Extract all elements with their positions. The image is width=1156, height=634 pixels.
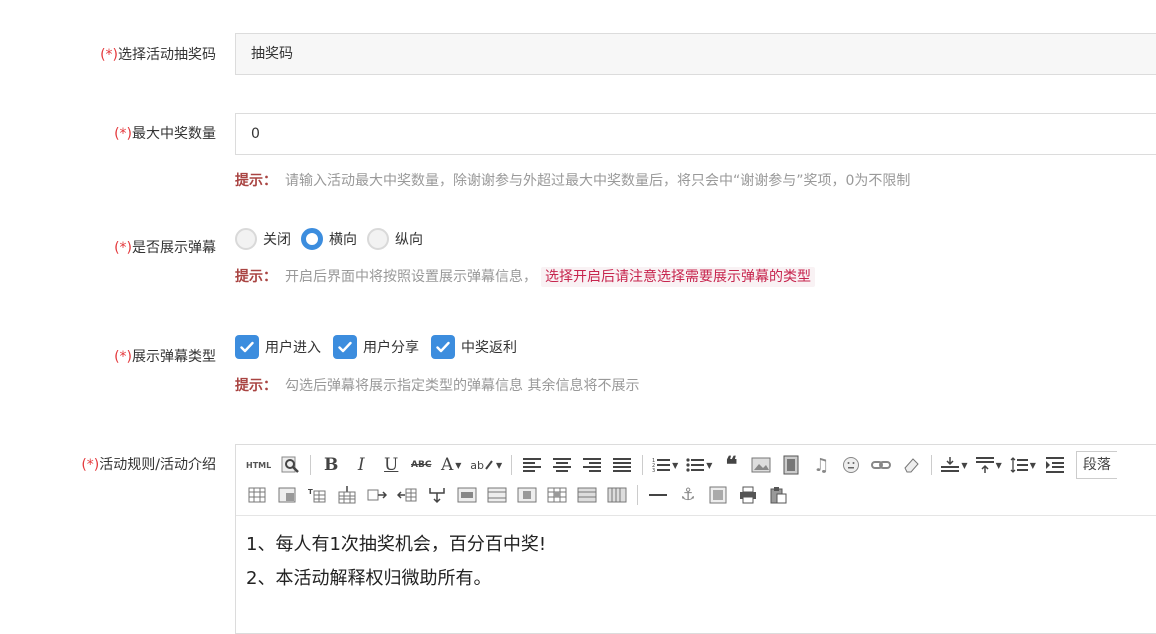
delete-table-icon[interactable] — [606, 484, 628, 506]
align-right-icon[interactable] — [581, 454, 603, 476]
line-height-icon[interactable]: ▼ — [1010, 454, 1036, 476]
html-source-button[interactable]: HTML — [246, 454, 271, 476]
merge-down-icon[interactable] — [516, 484, 538, 506]
radio-checked-icon — [301, 228, 323, 250]
radio-horizontal[interactable]: 横向 — [301, 228, 357, 250]
barrage-label: (*)是否展示弹幕 — [114, 240, 216, 256]
checkbox-user-enter[interactable]: 用户进入 — [235, 335, 321, 359]
editor-toolbar: HTML B I U ABC A▼ ab▼ 123▼ ▼ ❝ ♫ ▼ — [236, 445, 1156, 516]
unordered-list-icon[interactable]: ▼ — [686, 454, 712, 476]
italic-icon[interactable]: I — [350, 454, 372, 476]
checkbox-win-rebate[interactable]: 中奖返利 — [431, 335, 517, 359]
link-icon[interactable] — [870, 454, 892, 476]
split-cols-icon[interactable] — [576, 484, 598, 506]
insert-image-icon[interactable] — [750, 454, 772, 476]
paste-icon[interactable] — [767, 484, 789, 506]
underline-icon[interactable]: U — [380, 454, 402, 476]
code-select[interactable]: 抽奖码 — [235, 33, 1156, 75]
image-float-icon[interactable] — [707, 484, 729, 506]
insert-table-icon[interactable] — [246, 484, 268, 506]
table-props-icon[interactable] — [276, 484, 298, 506]
code-label: (*)选择活动抽奖码 — [100, 47, 216, 63]
check-icon — [235, 335, 259, 359]
required-mark: (*) — [114, 126, 132, 142]
paragraph-spacing-top-icon[interactable]: ▼ — [941, 454, 968, 476]
table-title-icon[interactable]: T — [306, 484, 328, 506]
editor-content[interactable]: 1、每人有1次抽奖机会，百分百中奖! 2、本活动解释权归微助所有。 — [236, 516, 1156, 608]
blockquote-icon[interactable]: ❝ — [720, 454, 742, 476]
check-icon — [333, 335, 357, 359]
merge-cells-icon[interactable] — [456, 484, 478, 506]
svg-text:T: T — [308, 488, 313, 496]
radio-off[interactable]: 关闭 — [235, 228, 291, 250]
required-mark: (*) — [114, 349, 132, 365]
svg-text:3: 3 — [652, 468, 655, 473]
horizontal-rule-icon[interactable] — [647, 484, 669, 506]
radio-circle-icon — [367, 228, 389, 250]
max-win-hint: 提示： 请输入活动最大中奖数量，除谢谢参与外超过最大中奖数量后，将只会中“谢谢参与… — [235, 173, 911, 189]
insert-col-icon[interactable] — [366, 484, 388, 506]
barrage-type-hint: 提示： 勾选后弹幕将展示指定类型的弹幕信息 其余信息将不展示 — [235, 378, 640, 394]
check-icon — [431, 335, 455, 359]
insert-music-icon[interactable]: ♫ — [810, 454, 832, 476]
strikethrough-icon[interactable]: ABC — [410, 454, 432, 476]
content-line: 2、本活动解释权归微助所有。 — [246, 568, 492, 589]
toolbar-divider — [642, 455, 644, 475]
eraser-icon[interactable] — [900, 454, 922, 476]
insert-video-icon[interactable] — [780, 454, 802, 476]
toolbar-divider — [511, 455, 513, 475]
toolbar-divider — [637, 485, 638, 505]
split-cell-icon[interactable] — [426, 484, 448, 506]
toolbar-row-1: HTML B I U ABC A▼ ab▼ 123▼ ▼ ❝ ♫ ▼ — [242, 451, 1117, 479]
barrage-hint: 提示： 开启后界面中将按照设置展示弹幕信息， 选择开启后请注意选择需要展示弹幕的类型 — [235, 266, 815, 287]
merge-right-icon[interactable] — [486, 484, 508, 506]
radio-vertical[interactable]: 纵向 — [367, 228, 423, 250]
barrage-type-label: (*)展示弹幕类型 — [114, 349, 216, 365]
background-color-icon[interactable]: ab ▼ — [470, 454, 502, 476]
content-line: 1、每人有1次抽奖机会，百分百中奖! — [246, 534, 547, 555]
delete-col-icon[interactable] — [396, 484, 418, 506]
align-left-icon[interactable] — [521, 454, 543, 476]
split-rows-icon[interactable] — [546, 484, 568, 506]
anchor-icon[interactable]: ⚓ — [677, 484, 699, 506]
toolbar-divider — [931, 455, 933, 475]
paragraph-spacing-bottom-icon[interactable]: ▼ — [975, 454, 1002, 476]
align-center-icon[interactable] — [551, 454, 573, 476]
max-win-label: (*)最大中奖数量 — [114, 126, 216, 142]
preview-icon[interactable] — [279, 454, 301, 476]
print-icon[interactable] — [737, 484, 759, 506]
toolbar-divider — [310, 455, 312, 475]
max-win-input[interactable]: 0 — [235, 113, 1156, 155]
barrage-type-checkboxes: 用户进入 用户分享 中奖返利 — [235, 334, 529, 360]
bold-icon[interactable]: B — [320, 454, 342, 476]
ordered-list-icon[interactable]: 1 2 3 ▼ — [652, 454, 678, 476]
required-mark: (*) — [100, 47, 118, 63]
barrage-radio-group: 关闭 横向 纵向 — [235, 226, 433, 252]
align-justify-icon[interactable] — [611, 454, 633, 476]
emoji-icon[interactable] — [840, 454, 862, 476]
indent-icon[interactable] — [1044, 454, 1066, 476]
radio-circle-icon — [235, 228, 257, 250]
insert-row-icon[interactable] — [336, 484, 358, 506]
rich-text-editor: HTML B I U ABC A▼ ab▼ 123▼ ▼ ❝ ♫ ▼ — [235, 444, 1156, 634]
rules-label: (*)活动规则/活动介绍 — [81, 457, 216, 473]
barrage-hint-highlight: 选择开启后请注意选择需要展示弹幕的类型 — [541, 267, 815, 287]
toolbar-row-2: T ⚓ — [242, 481, 793, 509]
checkbox-user-share[interactable]: 用户分享 — [333, 335, 419, 359]
required-mark: (*) — [81, 457, 100, 473]
required-mark: (*) — [114, 240, 132, 256]
paragraph-format-select[interactable]: 段落 — [1075, 451, 1117, 479]
font-color-icon[interactable]: A ▼ — [440, 454, 462, 476]
